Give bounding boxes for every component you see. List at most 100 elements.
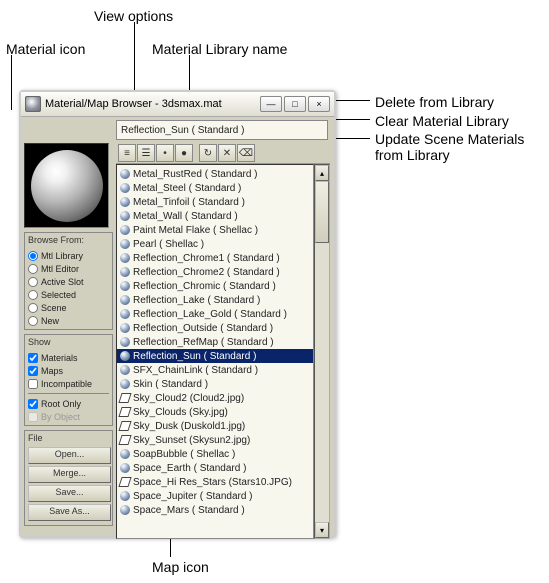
window-title: Material/Map Browser - 3dsmax.mat <box>45 98 260 110</box>
list-item[interactable]: Metal_Wall ( Standard ) <box>117 209 313 223</box>
list-item[interactable]: Metal_RustRed ( Standard ) <box>117 167 313 181</box>
list-scrollbar[interactable]: ▴ ▾ <box>314 164 330 539</box>
file-button[interactable]: Merge... <box>28 466 111 483</box>
browse-from-option[interactable]: Mtl Library <box>28 249 109 262</box>
titlebar[interactable]: Material/Map Browser - 3dsmax.mat — □ × <box>21 92 334 117</box>
browse-from-option[interactable]: Active Slot <box>28 275 109 288</box>
view-icons-large-button[interactable]: ● <box>175 144 193 162</box>
list-item[interactable]: Reflection_Chrome2 ( Standard ) <box>117 265 313 279</box>
list-item[interactable]: Reflection_Lake_Gold ( Standard ) <box>117 307 313 321</box>
close-button[interactable]: × <box>308 96 330 112</box>
checkbox-input[interactable] <box>28 366 38 376</box>
list-item[interactable]: Skin ( Standard ) <box>117 377 313 391</box>
list-item-label: Metal_Steel ( Standard ) <box>133 183 241 194</box>
scroll-up-button[interactable]: ▴ <box>315 165 329 181</box>
material-list[interactable]: Metal_RustRed ( Standard ) Metal_Steel ( … <box>116 164 314 539</box>
material-icon <box>120 379 130 389</box>
file-button[interactable]: Open... <box>28 447 111 464</box>
clear-library-button[interactable]: ⌫ <box>237 144 255 162</box>
material-icon <box>120 337 130 347</box>
view-list-small-button[interactable]: ≡ <box>118 144 136 162</box>
option-label: Materials <box>41 353 78 363</box>
option-label: By Object <box>41 412 80 422</box>
map-icon <box>118 393 131 403</box>
list-item[interactable]: Metal_Steel ( Standard ) <box>117 181 313 195</box>
list-item[interactable]: Sky_Cloud2 (Cloud2.jpg) <box>117 391 313 405</box>
list-item[interactable]: Space_Mars ( Standard ) <box>117 503 313 517</box>
material-icon <box>120 505 130 515</box>
list-item[interactable]: Space_Earth ( Standard ) <box>117 461 313 475</box>
material-icon <box>120 449 130 459</box>
callout-update: Update Scene Materials from Library <box>375 131 535 163</box>
show-option[interactable]: Maps <box>28 364 109 377</box>
material-preview <box>24 143 109 228</box>
scroll-thumb[interactable] <box>315 181 329 243</box>
material-icon <box>120 239 130 249</box>
material-icon <box>120 463 130 473</box>
list-item[interactable]: Paint Metal Flake ( Shellac ) <box>117 223 313 237</box>
list-item[interactable]: Reflection_Chrome1 ( Standard ) <box>117 251 313 265</box>
checkbox-input[interactable] <box>28 399 38 409</box>
radio-input[interactable] <box>28 277 38 287</box>
radio-input[interactable] <box>28 251 38 261</box>
file-button[interactable]: Save As... <box>28 504 111 521</box>
show-option[interactable]: Root Only <box>28 397 109 410</box>
browse-from-option[interactable]: Mtl Editor <box>28 262 109 275</box>
material-icon <box>120 197 130 207</box>
browse-from-option[interactable]: Selected <box>28 288 109 301</box>
material-icon <box>120 309 130 319</box>
checkbox-input[interactable] <box>28 379 38 389</box>
list-item[interactable]: Sky_Dusk (Duskold1.jpg) <box>117 419 313 433</box>
view-list-button[interactable]: ☰ <box>137 144 155 162</box>
radio-input[interactable] <box>28 290 38 300</box>
list-item-label: Metal_RustRed ( Standard ) <box>133 169 258 180</box>
callout-map-icon: Map icon <box>152 559 209 575</box>
show-option[interactable]: Incompatible <box>28 377 109 390</box>
file-panel: File Open... Merge... Save... Save As... <box>24 430 113 526</box>
checkbox-input[interactable] <box>28 353 38 363</box>
list-item[interactable]: SFX_ChainLink ( Standard ) <box>117 363 313 377</box>
delete-from-library-button[interactable]: ✕ <box>218 144 236 162</box>
material-icon <box>120 253 130 263</box>
material-icon <box>120 365 130 375</box>
material-icon <box>120 267 130 277</box>
app-icon <box>25 96 41 112</box>
list-item[interactable]: Sky_Sunset (Skysun2.jpg) <box>117 433 313 447</box>
browse-from-option[interactable]: Scene <box>28 301 109 314</box>
show-panel: Show MaterialsMapsIncompatibleRoot OnlyB… <box>24 334 113 426</box>
map-icon <box>118 407 131 417</box>
radio-input[interactable] <box>28 316 38 326</box>
radio-input[interactable] <box>28 264 38 274</box>
file-title: File <box>25 431 112 445</box>
list-item[interactable]: Reflection_Sun ( Standard ) <box>117 349 313 363</box>
radio-input[interactable] <box>28 303 38 313</box>
maximize-button[interactable]: □ <box>284 96 306 112</box>
callout-material-icon: Material icon <box>6 41 85 57</box>
scroll-down-button[interactable]: ▾ <box>315 522 329 538</box>
minimize-button[interactable]: — <box>260 96 282 112</box>
list-item[interactable]: Reflection_Lake ( Standard ) <box>117 293 313 307</box>
list-item[interactable]: SoapBubble ( Shellac ) <box>117 447 313 461</box>
browse-from-option[interactable]: New <box>28 314 109 327</box>
option-label: New <box>41 316 59 326</box>
list-item-label: Paint Metal Flake ( Shellac ) <box>133 225 258 236</box>
list-item[interactable]: Metal_Tinfoil ( Standard ) <box>117 195 313 209</box>
view-icons-small-button[interactable]: • <box>156 144 174 162</box>
list-item[interactable]: Reflection_Outside ( Standard ) <box>117 321 313 335</box>
browse-from-panel: Browse From: Mtl LibraryMtl EditorActive… <box>24 232 113 330</box>
file-button[interactable]: Save... <box>28 485 111 502</box>
update-scene-button[interactable]: ↻ <box>199 144 217 162</box>
list-item-label: Skin ( Standard ) <box>133 379 208 390</box>
show-option[interactable]: Materials <box>28 351 109 364</box>
list-item[interactable]: Space_Hi Res_Stars (Stars10.JPG) <box>117 475 313 489</box>
list-item[interactable]: Reflection_Chromic ( Standard ) <box>117 279 313 293</box>
list-item[interactable]: Sky_Clouds (Sky.jpg) <box>117 405 313 419</box>
option-label: Mtl Editor <box>41 264 79 274</box>
list-item-label: Reflection_RefMap ( Standard ) <box>133 337 274 348</box>
list-item[interactable]: Pearl ( Shellac ) <box>117 237 313 251</box>
scroll-track[interactable] <box>315 181 329 522</box>
list-item-label: Metal_Tinfoil ( Standard ) <box>133 197 245 208</box>
list-item[interactable]: Reflection_RefMap ( Standard ) <box>117 335 313 349</box>
callout-delete: Delete from Library <box>375 94 494 110</box>
list-item[interactable]: Space_Jupiter ( Standard ) <box>117 489 313 503</box>
